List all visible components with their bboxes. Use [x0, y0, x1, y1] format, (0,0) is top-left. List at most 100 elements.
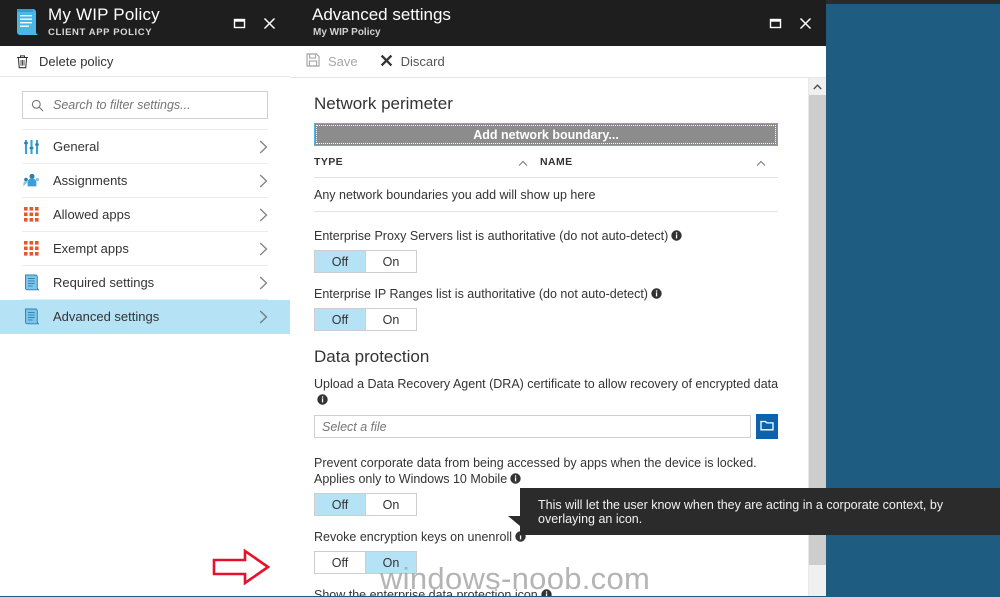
ip-ranges-authoritative-toggle[interactable]: Off On [314, 308, 417, 331]
dra-certificate-text: Upload a Data Recovery Agent (DRA) certi… [314, 377, 779, 391]
sidebar-item-assignments[interactable]: Assignments [22, 164, 268, 198]
app-grid-icon [22, 240, 40, 258]
ip-ranges-authoritative-option-on[interactable]: On [365, 309, 416, 330]
proxy-authoritative-option-on[interactable]: On [365, 251, 416, 272]
info-icon[interactable] [510, 472, 521, 484]
tooltip: This will let the user know when they ar… [520, 488, 1000, 535]
show-edp-icon-label: Show the enterprise data protection icon [314, 587, 782, 596]
caret-up-icon [756, 158, 766, 166]
prevent-locked-access-toggle[interactable]: Off On [314, 493, 417, 516]
revoke-keys-toggle[interactable]: Off On [314, 551, 417, 574]
close-x-icon [380, 54, 393, 70]
save-button[interactable]: Save [306, 53, 358, 70]
chevron-right-icon [259, 242, 268, 256]
caret-up-icon [518, 158, 528, 166]
save-label: Save [328, 54, 358, 69]
sidebar-item-advanced-settings[interactable]: Advanced settings [0, 300, 290, 334]
search-box[interactable] [22, 91, 268, 119]
people-icon [22, 172, 40, 190]
search-input[interactable] [51, 97, 267, 113]
close-icon[interactable] [254, 8, 284, 38]
sidebar-item-label: Allowed apps [53, 207, 131, 222]
advanced-settings-title: Advanced settings [312, 5, 451, 24]
proxy-authoritative-option-off[interactable]: Off [315, 251, 365, 272]
sidebar-item-label: Exempt apps [53, 241, 129, 256]
chevron-right-icon [259, 174, 268, 188]
folder-icon [760, 419, 774, 434]
revoke-keys-text: Revoke encryption keys on unenroll [314, 530, 513, 544]
table-empty-message: Any network boundaries you add will show… [314, 178, 778, 212]
search-container [0, 77, 290, 129]
column-header-name-label: NAME [540, 155, 573, 168]
close-icon[interactable] [790, 8, 820, 38]
policy-blade: My WIP Policy CLIENT APP POLICY Delete p… [0, 0, 290, 596]
chevron-right-icon [259, 208, 268, 222]
sidebar-item-general[interactable]: General [22, 130, 268, 164]
policy-blade-title: My WIP Policy [48, 5, 160, 24]
proxy-authoritative-label: Enterprise Proxy Servers list is authori… [314, 228, 782, 244]
column-header-type[interactable]: TYPE [314, 156, 540, 168]
info-icon[interactable] [671, 229, 683, 241]
desktop-top-strip [826, 0, 1000, 4]
revoke-keys-option-on[interactable]: On [365, 552, 416, 573]
policy-blade-subtitle: CLIENT APP POLICY [48, 27, 153, 38]
sidebar-item-exempt-apps[interactable]: Exempt apps [22, 232, 268, 266]
data-protection-heading: Data protection [314, 347, 430, 366]
prevent-locked-access-label: Prevent corporate data from being access… [314, 455, 782, 487]
revoke-keys-option-off[interactable]: Off [315, 552, 365, 573]
policy-blade-window-buttons [224, 0, 284, 46]
delete-policy-label: Delete policy [39, 53, 114, 69]
tooltip-tail [508, 516, 520, 526]
prevent-locked-access-text: Prevent corporate data from being access… [314, 456, 757, 486]
sidebar-item-label: Required settings [53, 275, 155, 290]
trash-icon [16, 54, 29, 69]
scroll-document-icon [22, 274, 40, 292]
settings-nav-list: General Assignments Allowed apps Exempt app… [0, 129, 290, 334]
network-perimeter-heading: Network perimeter [314, 94, 453, 113]
info-icon[interactable] [317, 393, 328, 405]
advanced-settings-titlebar: Advanced settings My WIP Policy [290, 0, 826, 46]
sliders-icon [22, 138, 40, 156]
prevent-locked-access-option-on[interactable]: On [365, 494, 416, 515]
save-floppy-icon [306, 53, 320, 70]
advanced-settings-window-buttons [760, 0, 820, 46]
column-header-type-label: TYPE [314, 155, 344, 168]
tooltip-text: This will let the user know when they ar… [538, 497, 944, 526]
chevron-right-icon [259, 140, 268, 154]
sidebar-item-required-settings[interactable]: Required settings [22, 266, 268, 300]
prevent-locked-access-option-off[interactable]: Off [315, 494, 365, 515]
info-icon[interactable] [651, 287, 662, 299]
sidebar-item-label: Assignments [53, 173, 128, 188]
chevron-right-icon [259, 310, 268, 324]
scroll-document-icon [14, 7, 40, 37]
add-network-boundary-label: Add network boundary... [473, 127, 619, 142]
info-icon[interactable] [541, 588, 552, 596]
sidebar-item-label: General [53, 139, 100, 154]
ip-ranges-authoritative-label: Enterprise IP Ranges list is authoritati… [314, 286, 782, 302]
discard-button[interactable]: Discard [380, 54, 445, 70]
advanced-settings-toolbar: Save Discard [290, 46, 826, 78]
sidebar-item-allowed-apps[interactable]: Allowed apps [22, 198, 268, 232]
dra-file-input[interactable]: Select a file [314, 415, 751, 438]
dra-certificate-label: Upload a Data Recovery Agent (DRA) certi… [314, 376, 782, 408]
column-header-name[interactable]: NAME [540, 156, 778, 168]
caret-up-icon[interactable] [809, 78, 826, 95]
delete-policy-button[interactable]: Delete policy [0, 46, 290, 77]
advanced-settings-subtitle: My WIP Policy [313, 27, 381, 38]
chevron-right-icon [259, 276, 268, 290]
show-edp-icon-text: Show the enterprise data protection icon [314, 588, 538, 596]
table-header-row: TYPE NAME [314, 146, 778, 178]
ip-ranges-authoritative-option-off[interactable]: Off [315, 309, 365, 330]
scroll-document-icon [22, 308, 40, 326]
discard-label: Discard [400, 54, 445, 69]
search-icon [31, 99, 44, 112]
dra-file-row: Select a file [314, 414, 778, 439]
network-boundary-table: TYPE NAME Any network boundaries you add… [314, 146, 778, 212]
proxy-authoritative-text: Enterprise Proxy Servers list is authori… [314, 229, 669, 243]
add-network-boundary-button[interactable]: Add network boundary... [314, 123, 778, 146]
maximize-icon[interactable] [760, 8, 790, 38]
dra-browse-button[interactable] [756, 414, 778, 439]
maximize-icon[interactable] [224, 8, 254, 38]
proxy-authoritative-toggle[interactable]: Off On [314, 250, 417, 273]
app-grid-icon [22, 206, 40, 224]
